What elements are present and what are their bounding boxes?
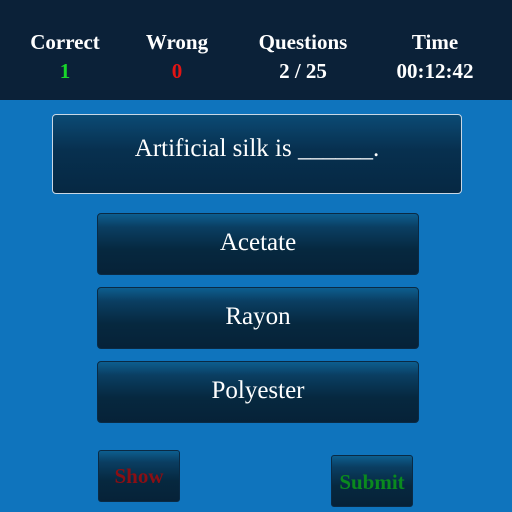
answer-option-label: Acetate — [219, 229, 297, 256]
show-button-label: Show — [114, 464, 164, 488]
show-answer-button[interactable]: Show — [98, 450, 180, 502]
correct-count: 1 — [59, 59, 71, 83]
time-stat: Time 00:12:42 — [380, 30, 490, 83]
wrong-count: 0 — [171, 59, 183, 83]
time-label: Time — [411, 30, 459, 54]
submit-button-label: Submit — [339, 470, 405, 494]
wrong-stat: Wrong 0 — [127, 30, 227, 83]
answer-option-label: Polyester — [211, 377, 305, 404]
correct-label: Correct — [30, 30, 100, 54]
question-text: Artificial silk is ______. — [134, 135, 380, 162]
time-elapsed: 00:12:42 — [396, 59, 474, 83]
stats-bar: Correct 1 Wrong 0 Questions 2 / 25 Time … — [0, 0, 512, 100]
answer-option-acetate[interactable]: Acetate — [97, 213, 419, 275]
questions-progress: 2 / 25 — [279, 59, 327, 83]
questions-stat: Questions 2 / 25 — [243, 30, 363, 83]
correct-stat: Correct 1 — [15, 30, 115, 83]
question-card: Artificial silk is ______. — [52, 114, 462, 194]
answer-option-polyester[interactable]: Polyester — [97, 361, 419, 423]
submit-button[interactable]: Submit — [331, 455, 413, 507]
wrong-label: Wrong — [145, 30, 209, 54]
answer-option-label: Rayon — [225, 303, 291, 330]
questions-label: Questions — [258, 30, 348, 54]
answer-option-rayon[interactable]: Rayon — [97, 287, 419, 349]
